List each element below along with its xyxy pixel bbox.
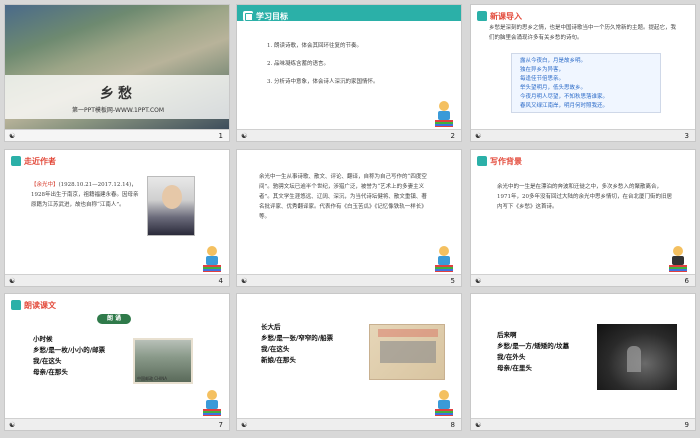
slide-header: 学习目标 <box>243 9 288 23</box>
book-icon <box>243 11 253 21</box>
slide-thumbnail-2[interactable]: 学习目标 1. 朗读诗歌，体会其回环往复的节奏。 2. 品味凝练含蓄的语言。 3… <box>236 4 462 142</box>
footer-mark-icon: ☯ <box>475 277 482 285</box>
verse-line: 母亲/在里头 <box>497 364 532 372</box>
cover-title: 乡愁 <box>100 86 136 102</box>
author-portrait <box>147 176 195 236</box>
verse-line: 后来啊 <box>497 331 517 339</box>
cover-subtitle: 第一PPT模板网-WWW.1PPT.COM <box>71 107 165 114</box>
footer-mark-icon: ☯ <box>475 132 482 140</box>
book-icon <box>477 156 487 166</box>
slide-thumbnail-1[interactable]: 乡愁 第一PPT模板网-WWW.1PPT.COM ☯ 1 <box>4 4 230 142</box>
slide-footer <box>237 129 461 141</box>
kid-reading-icon <box>435 101 453 127</box>
verse-line: 乡愁/是一方/矮矮的/坟墓 <box>497 342 570 350</box>
verse-line: 乡愁/是一枚/小小的/邮票 <box>33 346 106 354</box>
poem-line: 举头望明月，低头思故乡。 <box>520 85 587 91</box>
page-number: 8 <box>450 421 455 429</box>
poem-quote-box: 露从今夜白，月是故乡明。 独在异乡为异客， 每逢佳节倍思亲。 举头望明月，低头思… <box>511 53 661 113</box>
kid-reading-icon <box>203 390 221 416</box>
page-number: 9 <box>684 421 689 429</box>
list-item: 3. 分析诗中意象，体会诗人深沉的家国情怀。 <box>267 79 379 85</box>
page-number: 4 <box>218 277 223 285</box>
slide-thumbnail-6[interactable]: 写作背景 余光中的一生是在漂泊的奔波和迁徙之中，多次乡愁入的聚散离合，1971年… <box>470 149 696 287</box>
book-icon <box>11 156 21 166</box>
poem-line: 独在异乡为异客， <box>520 67 565 73</box>
poem-line: 今夜月明人尽望，不知秋思落谁家。 <box>520 94 609 100</box>
slide-thumbnail-4[interactable]: 走近作者 【余光中】(1928.10.21—2017.12.14)，1928年出… <box>4 149 230 287</box>
page-number: 6 <box>684 277 689 285</box>
book-icon <box>11 300 21 310</box>
slide-header: 写作背景 <box>477 154 522 168</box>
kid-reading-icon <box>435 390 453 416</box>
footer-mark-icon: ☯ <box>9 132 16 140</box>
goal-list: 1. 朗读诗歌，体会其回环往复的节奏。 2. 品味凝练含蓄的语言。 3. 分析诗… <box>267 37 379 91</box>
verse-line: 我/在外头 <box>497 353 526 361</box>
slide-thumbnail-5[interactable]: 余光中一生从事诗歌、散文、评论、翻译，自称为自己写作的“四度空间”。驰骋文坛已逾… <box>236 149 462 287</box>
kid-reading-icon <box>435 246 453 272</box>
poem-line: 每逢佳节倍思亲。 <box>520 76 565 82</box>
page-number: 5 <box>450 277 455 285</box>
ship-ticket-photo <box>369 324 445 380</box>
slide-footer <box>237 418 461 430</box>
verse-line: 小时候 <box>33 335 53 343</box>
slide-footer <box>5 129 229 141</box>
slide-header: 走近作者 <box>11 154 56 168</box>
slide-header: 朗读课文 <box>11 298 56 312</box>
footer-mark-icon: ☯ <box>241 277 248 285</box>
slide-footer <box>5 274 229 286</box>
slide-thumbnail-3[interactable]: 新课导入 乡愁是深刻的思乡之情，也是中国诗歌当中一个历久常新的主题。提起它，我们… <box>470 4 696 142</box>
list-item: 2. 品味凝练含蓄的语言。 <box>267 61 329 67</box>
slide-thumbnail-7[interactable]: 朗读课文 朗 诵 小时候 乡愁/是一枚/小小的/邮票 我/在这头 母亲/在那头 … <box>4 293 230 431</box>
author-career-text: 余光中一生从事诗歌、散文、评论、翻译，自称为自己写作的“四度空间”。驰骋文坛已逾… <box>259 174 427 220</box>
slide-footer <box>471 274 695 286</box>
book-icon <box>477 11 487 21</box>
slide-header: 新课导入 <box>477 9 522 23</box>
slide-heading: 写作背景 <box>490 156 522 166</box>
page-number: 7 <box>218 421 223 429</box>
slide-footer <box>237 274 461 286</box>
background-text: 余光中的一生是在漂泊的奔波和迁徙之中，多次乡愁入的聚散离合，1971年，20多年… <box>497 184 672 210</box>
poem-line: 露从今夜白，月是故乡明。 <box>520 58 587 64</box>
verse-block: 后来啊 乡愁/是一方/矮矮的/坟墓 我/在外头 母亲/在里头 <box>497 330 569 374</box>
verse-block: 长大后 乡愁/是一张/窄窄的/船票 我/在这头 新娘/在那头 <box>261 322 333 366</box>
intro-text: 乡愁是深刻的思乡之情，也是中国诗歌当中一个历久常新的主题。提起它，我们的脑里会涌… <box>489 25 677 41</box>
slide-heading: 新课导入 <box>490 11 522 21</box>
verse-block: 小时候 乡愁/是一枚/小小的/邮票 我/在这头 母亲/在那头 <box>33 334 105 378</box>
page-number: 2 <box>450 132 455 140</box>
recite-badge: 朗 诵 <box>97 314 131 324</box>
verse-line: 新娘/在那头 <box>261 356 296 364</box>
list-item: 1. 朗读诗歌，体会其回环往复的节奏。 <box>267 43 362 49</box>
footer-mark-icon: ☯ <box>241 132 248 140</box>
kid-reading-icon <box>669 246 687 272</box>
grave-photo <box>597 324 677 390</box>
slide-thumbnail-8[interactable]: 长大后 乡愁/是一张/窄窄的/船票 我/在这头 新娘/在那头 ☯ 8 <box>236 293 462 431</box>
verse-line: 我/在这头 <box>33 357 62 365</box>
poem-line: 春风又绿江南岸，明月何时照我还。 <box>520 103 609 109</box>
slide-footer <box>471 418 695 430</box>
slide-thumbnail-9[interactable]: 后来啊 乡愁/是一方/矮矮的/坟墓 我/在外头 母亲/在里头 ☯ 9 <box>470 293 696 431</box>
footer-mark-icon: ☯ <box>241 421 248 429</box>
footer-mark-icon: ☯ <box>475 421 482 429</box>
verse-line: 长大后 <box>261 323 281 331</box>
slide-heading: 学习目标 <box>256 11 288 21</box>
footer-mark-icon: ☯ <box>9 277 16 285</box>
kid-reading-icon <box>203 246 221 272</box>
slide-footer <box>471 129 695 141</box>
footer-mark-icon: ☯ <box>9 421 16 429</box>
slide-heading: 朗读课文 <box>24 300 56 310</box>
stamp-label: 中国邮政 CHINA <box>137 376 167 381</box>
author-bio: 【余光中】(1928.10.21—2017.12.14)，1928年出生于南京，… <box>31 180 141 210</box>
slide-heading: 走近作者 <box>24 156 56 166</box>
verse-line: 母亲/在那头 <box>33 368 68 376</box>
verse-line: 我/在这头 <box>261 345 290 353</box>
author-name: 【余光中】 <box>31 182 59 188</box>
verse-line: 乡愁/是一张/窄窄的/船票 <box>261 334 334 342</box>
slide-sorter-grid: 乡愁 第一PPT模板网-WWW.1PPT.COM ☯ 1 学习目标 1. 朗读诗… <box>0 0 700 438</box>
page-number: 1 <box>218 132 223 140</box>
page-number: 3 <box>684 132 689 140</box>
slide-footer <box>5 418 229 430</box>
